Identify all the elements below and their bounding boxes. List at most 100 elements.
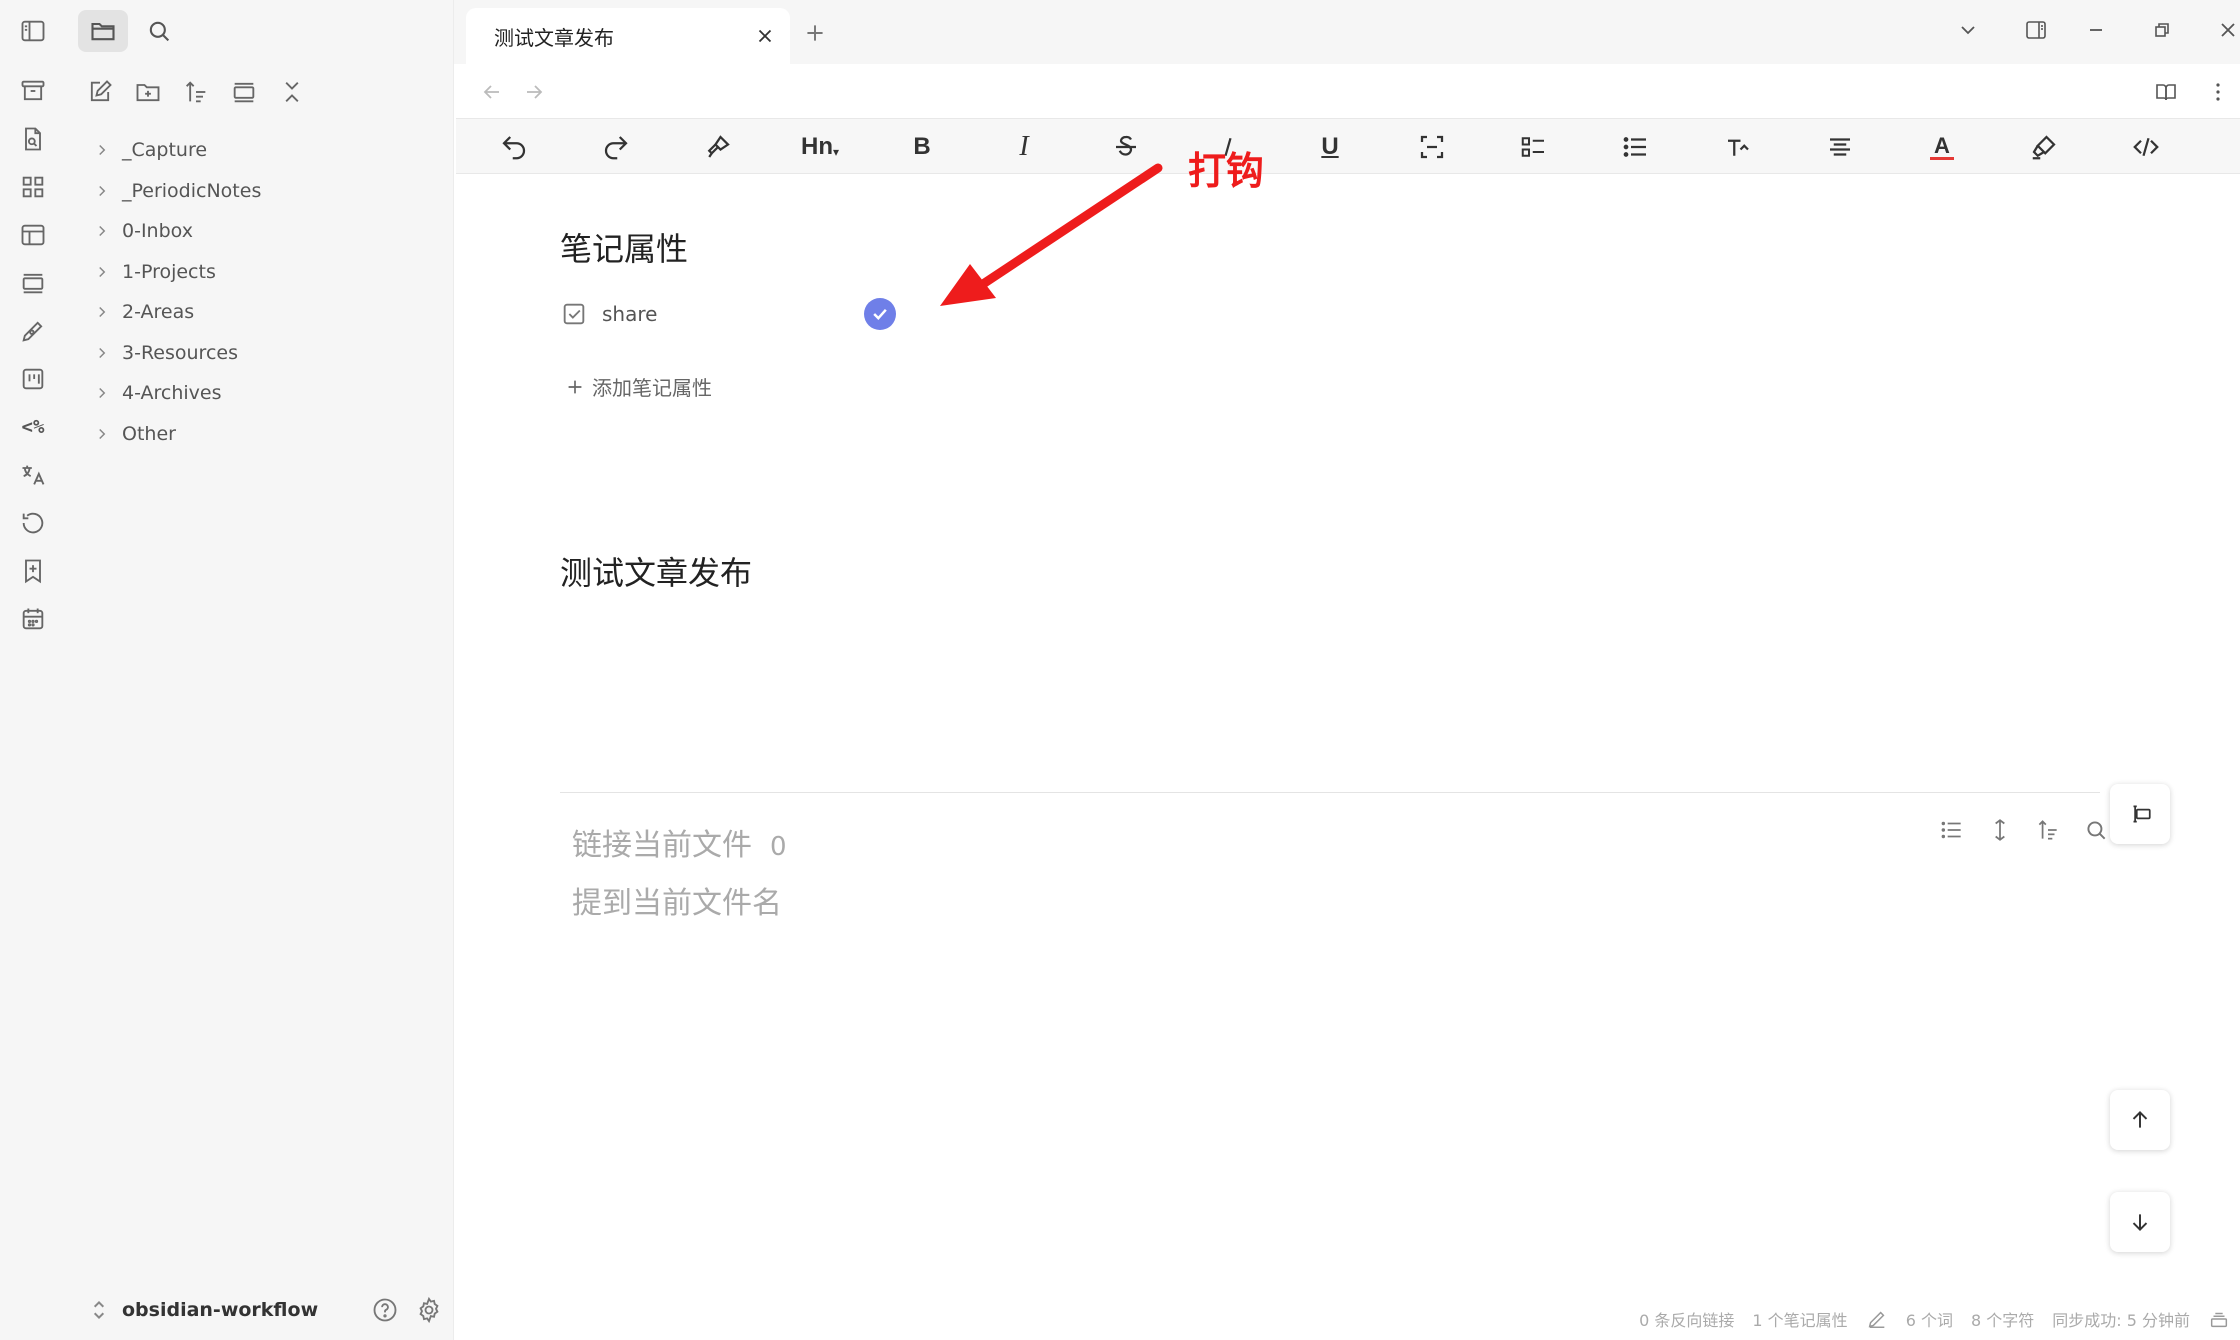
status-backlinks[interactable]: 0 条反向链接 <box>1639 1307 1734 1331</box>
restore-window-icon[interactable] <box>2140 10 2184 50</box>
folder-item[interactable]: _Capture <box>88 130 438 171</box>
property-checkbox-checked[interactable] <box>864 298 896 330</box>
align-center-icon[interactable] <box>1816 127 1864 167</box>
right-sidebar-toggle-icon[interactable] <box>2014 10 2058 50</box>
folder-item[interactable]: 0-Inbox <box>88 211 438 252</box>
checklist-icon[interactable] <box>1510 127 1558 167</box>
tab-title: 测试文章发布 <box>494 25 614 50</box>
bold-label: B <box>913 133 931 160</box>
font-color-button[interactable]: A <box>1918 127 1966 167</box>
tab-bar: 测试文章发布 <box>454 0 2240 64</box>
sort-icon[interactable] <box>176 72 216 112</box>
format-painter-icon[interactable] <box>694 127 742 167</box>
toggle-reading-width-icon[interactable] <box>2110 784 2170 844</box>
backlinks-divider <box>560 792 2100 793</box>
folder-label: 3-Resources <box>122 341 238 364</box>
reading-mode-book-icon[interactable] <box>2148 74 2184 110</box>
unlinked-mentions-header[interactable]: 提到当前文件名 <box>572 878 782 922</box>
bookmark-add-icon[interactable] <box>12 550 54 592</box>
undo-icon[interactable] <box>490 127 538 167</box>
edit-mode-pencil-icon[interactable] <box>1866 1308 1888 1330</box>
folder-label: _Capture <box>122 139 208 162</box>
help-icon[interactable] <box>368 1293 402 1327</box>
settings-gear-icon[interactable] <box>412 1293 446 1327</box>
archive-icon[interactable] <box>12 70 54 112</box>
chevrons-up-down-icon <box>93 1301 105 1319</box>
text-format-icon[interactable] <box>1714 127 1762 167</box>
chevron-right-icon <box>88 298 116 326</box>
linked-mentions-label: 链接当前文件 <box>572 828 752 863</box>
close-window-icon[interactable] <box>2206 10 2240 50</box>
scroll-to-top-arrow-up-icon[interactable] <box>2110 1090 2170 1150</box>
pen-tool-icon[interactable] <box>12 310 54 352</box>
backlink-sort-icon[interactable] <box>2028 810 2068 850</box>
file-tree: _Capture _PeriodicNotes 0-Inbox 1-Projec… <box>88 130 438 454</box>
new-folder-icon[interactable] <box>128 72 168 112</box>
calendar-icon[interactable] <box>12 598 54 640</box>
folder-item[interactable]: 2-Areas <box>88 292 438 333</box>
editor-toolbar: Hn ▾ B I U A <box>456 118 2240 174</box>
heading-button[interactable]: Hn ▾ <box>796 127 844 167</box>
layout-icon[interactable] <box>12 214 54 256</box>
scroll-to-bottom-arrow-down-icon[interactable] <box>2110 1192 2170 1252</box>
expand-vertical-icon[interactable] <box>1980 810 2020 850</box>
vault-name: obsidian-workflow <box>122 1299 319 1321</box>
checkbox-type-icon <box>563 303 585 325</box>
property-name: share <box>602 302 658 326</box>
close-tab-icon[interactable] <box>748 19 782 53</box>
tab-list-chevron-down-icon[interactable] <box>1946 10 1990 50</box>
forward-arrow-icon[interactable] <box>516 74 552 110</box>
more-options-icon[interactable] <box>2200 74 2236 110</box>
folder-item[interactable]: _PeriodicNotes <box>88 171 438 212</box>
properties-heading: 笔记属性 <box>560 230 689 268</box>
backlink-list-icon[interactable] <box>1932 810 1972 850</box>
folder-label: Other <box>122 422 176 445</box>
status-properties: 1 个笔记属性 <box>1752 1311 1848 1330</box>
annotation-arrow-icon <box>940 163 1163 306</box>
chevron-right-icon <box>88 420 116 448</box>
check-icon <box>873 308 887 320</box>
folder-label: 1-Projects <box>122 260 216 283</box>
view-header <box>454 64 2240 116</box>
folder-label: _PeriodicNotes <box>122 179 262 202</box>
files-tab-folder-icon[interactable] <box>78 10 128 52</box>
file-explorer-sidebar: _Capture _PeriodicNotes 0-Inbox 1-Projec… <box>66 0 454 1340</box>
search-tab-icon[interactable] <box>134 10 184 52</box>
vault-switcher[interactable]: obsidian-workflow <box>86 1290 446 1330</box>
translate-icon[interactable] <box>12 454 54 496</box>
collapse-all-icon[interactable] <box>272 72 312 112</box>
tab-active-note[interactable]: 测试文章发布 <box>466 8 790 64</box>
heading-label: Hn <box>800 133 833 160</box>
italic-label: I <box>1019 131 1029 162</box>
status-sync[interactable]: 同步成功: 5 分钟前 <box>2052 1307 2190 1331</box>
minimize-icon[interactable] <box>2074 10 2118 50</box>
redo-icon[interactable] <box>592 127 640 167</box>
history-icon[interactable] <box>12 502 54 544</box>
folder-item[interactable]: Other <box>88 414 438 455</box>
grid-icon[interactable] <box>12 166 54 208</box>
slides-icon[interactable] <box>12 262 54 304</box>
new-note-icon[interactable] <box>80 72 120 112</box>
folder-item[interactable]: 4-Archives <box>88 373 438 414</box>
new-tab-plus-icon[interactable] <box>796 14 834 52</box>
auto-reveal-icon[interactable] <box>224 72 264 112</box>
folder-label: 2-Areas <box>122 301 195 324</box>
source-code-icon[interactable] <box>2122 127 2170 167</box>
back-arrow-icon[interactable] <box>474 74 510 110</box>
unlinked-mentions-label: 提到当前文件名 <box>572 886 782 921</box>
folder-item[interactable]: 3-Resources <box>88 333 438 374</box>
fullscreen-focus-icon[interactable] <box>1408 127 1456 167</box>
linked-mentions-header[interactable]: 链接当前文件 0 <box>572 820 787 864</box>
sidebar-toggle-icon[interactable] <box>12 10 54 52</box>
underline-button[interactable]: U <box>1306 127 1354 167</box>
highlighter-icon[interactable] <box>2020 127 2068 167</box>
status-words: 6 个词 <box>1905 1311 1953 1330</box>
add-property-button[interactable]: 添加笔记属性 <box>564 372 712 401</box>
chevron-right-icon <box>88 339 116 367</box>
list-icon[interactable] <box>1612 127 1660 167</box>
folder-item[interactable]: 1-Projects <box>88 252 438 293</box>
templater-icon[interactable]: <% <box>12 406 54 448</box>
file-search-icon[interactable] <box>12 118 54 160</box>
sync-layers-icon[interactable] <box>2208 1308 2230 1330</box>
kanban-icon[interactable] <box>12 358 54 400</box>
